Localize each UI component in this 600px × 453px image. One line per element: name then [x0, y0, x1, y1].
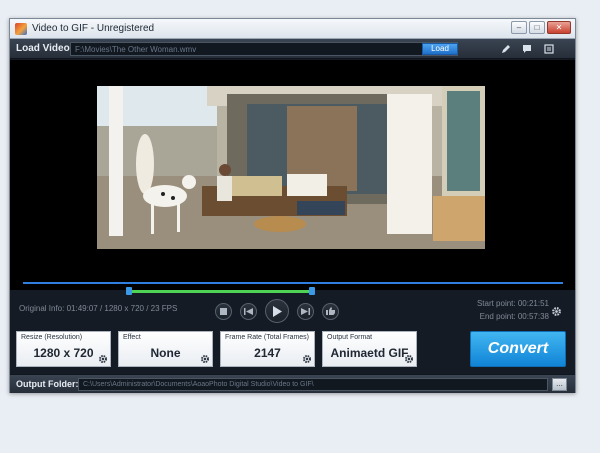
- end-point: End point: 00:57:38: [479, 312, 549, 321]
- list-icon[interactable]: [544, 44, 554, 54]
- comment-icon[interactable]: [522, 44, 532, 54]
- video-path-input[interactable]: F:\Movies\The Other Woman.wmv: [70, 42, 458, 56]
- edit-icon[interactable]: [501, 44, 511, 54]
- video-frame-image: [97, 86, 485, 249]
- timeline-track[interactable]: [23, 282, 563, 284]
- resize-value: 1280 x 720: [33, 346, 94, 360]
- output-folder-label: Output Folder:: [16, 379, 79, 389]
- frame-rate-gear-icon[interactable]: [302, 354, 312, 364]
- effect-label: Effect: [123, 334, 141, 341]
- window-title: Video to GIF - Unregistered: [32, 23, 155, 34]
- close-button[interactable]: ✕: [547, 21, 571, 34]
- start-handle[interactable]: [126, 287, 132, 295]
- gear-icon[interactable]: [551, 306, 562, 317]
- app-window: Video to GIF - Unregistered – □ ✕ Load V…: [9, 18, 576, 393]
- effect-value: None: [150, 346, 181, 360]
- convert-button[interactable]: Convert: [470, 331, 566, 367]
- start-point: Start point: 00:21:51: [476, 299, 549, 308]
- next-frame-button[interactable]: [297, 302, 314, 320]
- frame-rate-value: 2147: [254, 346, 281, 360]
- thumbs-up-icon: [326, 307, 335, 315]
- frame-rate-label: Frame Rate (Total Frames): [225, 334, 310, 341]
- maximize-button[interactable]: □: [529, 21, 545, 34]
- load-video-bar: Load Video: F:\Movies\The Other Woman.wm…: [10, 39, 575, 59]
- resize-gear-icon[interactable]: [98, 354, 108, 364]
- resize-label: Resize (Resolution): [21, 334, 83, 341]
- output-folder-bar: Output Folder: C:\Users\Administrator\Do…: [10, 374, 575, 393]
- output-format-label: Output Format: [327, 334, 373, 341]
- title-bar[interactable]: Video to GIF - Unregistered – □ ✕: [10, 19, 575, 39]
- selected-range[interactable]: [128, 290, 313, 293]
- resize-card[interactable]: Resize (Resolution) 1280 x 720: [16, 331, 111, 367]
- end-handle[interactable]: [309, 287, 315, 295]
- playback-controls: [215, 299, 339, 323]
- effect-gear-icon[interactable]: [200, 354, 210, 364]
- effect-card[interactable]: Effect None: [118, 331, 213, 367]
- output-format-value: Animaetd GIF: [330, 346, 409, 360]
- skip-back-icon: [244, 307, 253, 315]
- load-video-label: Load Video:: [16, 43, 74, 54]
- stop-icon: [220, 307, 227, 315]
- trim-points: Start point: 00:21:51 End point: 00:57:3…: [477, 297, 549, 323]
- original-info: Original Info: 01:49:07 / 1280 x 720 / 2…: [19, 304, 178, 313]
- play-button[interactable]: [265, 299, 289, 323]
- video-preview-area: [10, 60, 575, 290]
- stop-button[interactable]: [215, 302, 232, 320]
- minimize-button[interactable]: –: [511, 21, 527, 34]
- skip-forward-icon: [301, 307, 310, 315]
- browse-button[interactable]: ...: [552, 378, 567, 391]
- output-format-gear-icon[interactable]: [404, 354, 414, 364]
- load-button[interactable]: Load: [422, 43, 458, 55]
- output-format-card[interactable]: Output Format Animaetd GIF: [322, 331, 417, 367]
- snapshot-button[interactable]: [322, 302, 339, 320]
- frame-rate-card[interactable]: Frame Rate (Total Frames) 2147: [220, 331, 315, 367]
- play-icon: [273, 305, 282, 317]
- output-folder-input[interactable]: C:\Users\Administrator\Documents\AoaoPho…: [78, 378, 548, 391]
- previous-frame-button[interactable]: [240, 302, 257, 320]
- window-controls: – □ ✕: [511, 21, 571, 34]
- app-icon: [15, 23, 27, 35]
